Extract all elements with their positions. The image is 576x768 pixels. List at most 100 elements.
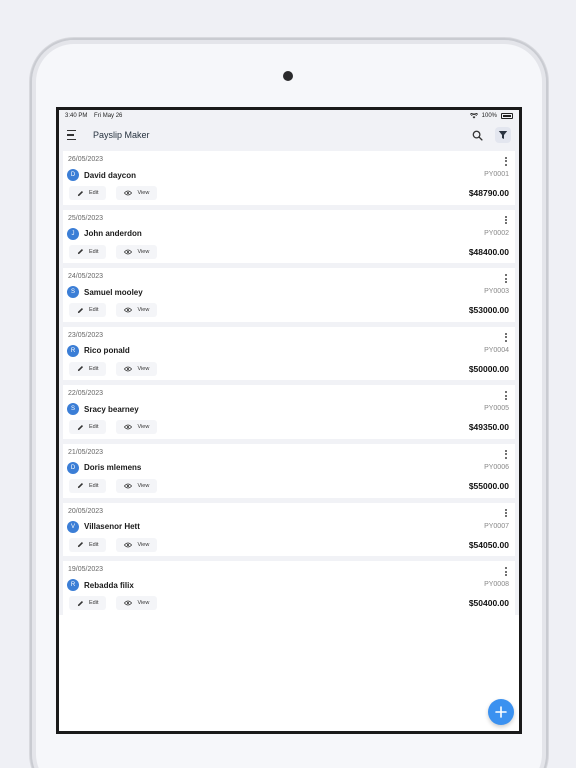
app-screen: 3:40 PM Fri May 26 100% Payslip Maker 26… [56,107,522,734]
menu-icon[interactable] [67,130,79,140]
payslip-date: 25/05/2023 [68,214,104,222]
search-button[interactable] [469,127,485,143]
payslip-code: PY0002 [484,229,509,237]
status-bar: 3:40 PM Fri May 26 100% [59,110,519,122]
more-vert-icon[interactable] [503,274,509,283]
eye-icon [124,483,133,489]
edit-button[interactable]: Edit [69,186,107,200]
payslip-date: 23/05/2023 [68,331,104,339]
payslip-card[interactable]: 24/05/2023 S Samuel mooley PY0003 Edit V… [63,268,515,322]
pencil-icon [77,542,84,548]
status-time: 3:40 PM [65,113,88,119]
app-bar: Payslip Maker [59,122,519,148]
payslip-code: PY0005 [484,405,509,413]
pencil-icon [77,307,84,313]
eye-icon [124,424,133,430]
payslip-card[interactable]: 21/05/2023 D Doris mlemens PY0006 Edit V… [63,443,515,498]
payslip-code: PY0001 [484,171,509,178]
more-vert-icon[interactable] [503,391,509,401]
view-button[interactable]: View [116,244,158,259]
payslip-code: PY0003 [484,288,509,296]
payslip-card[interactable]: 20/05/2023 V Villasenor Hett PY0007 Edit… [63,502,515,557]
edit-button[interactable]: Edit [69,244,107,259]
payslip-date: 20/05/2023 [68,507,104,515]
edit-button[interactable]: Edit [69,537,107,552]
view-button[interactable]: View [116,596,158,611]
payslip-code: PY0004 [484,346,509,354]
eye-icon [124,307,133,313]
employee-name: Samuel mooley [84,287,143,297]
add-payslip-button[interactable] [488,699,514,725]
avatar: S [67,286,79,299]
search-icon [472,130,483,141]
payslip-list: 26/05/2023 D David daycon PY0001 Edit Vi… [59,148,519,615]
edit-button[interactable]: Edit [69,361,107,376]
payslip-code: PY0008 [484,581,509,589]
status-date: Fri May 26 [94,113,123,119]
avatar: S [67,403,79,416]
pencil-icon [77,424,84,430]
avatar: J [67,227,79,240]
payslip-code: PY0006 [484,463,509,471]
avatar: V [67,520,79,533]
view-button[interactable]: View [116,361,158,376]
view-button[interactable]: View [116,537,158,552]
payslip-amount: $48400.00 [468,246,509,257]
edit-button[interactable]: Edit [69,420,107,435]
battery-icon [501,113,513,119]
plus-icon [495,706,507,718]
edit-button[interactable]: Edit [69,303,107,318]
employee-name: Doris mlemens [84,463,142,473]
wifi-icon [469,113,478,119]
page-title: Payslip Maker [93,130,150,140]
eye-icon [124,249,133,254]
eye-icon [124,366,133,372]
view-button[interactable]: View [116,420,158,435]
payslip-amount: $50000.00 [468,363,509,374]
avatar: R [67,579,79,592]
pencil-icon [77,366,84,372]
employee-name: Sracy bearney [84,404,139,414]
avatar: R [67,344,79,357]
view-button[interactable]: View [116,478,158,493]
front-camera [283,71,293,81]
payslip-amount: $54050.00 [468,539,509,550]
view-button[interactable]: View [116,303,158,318]
payslip-card[interactable]: 19/05/2023 R Rebadda filix PY0008 Edit V… [63,561,515,615]
payslip-amount: $50400.00 [468,598,509,609]
more-vert-icon[interactable] [503,508,509,518]
edit-button[interactable]: Edit [69,596,107,611]
pencil-icon [77,249,84,255]
employee-name: Villasenor Hett [84,522,140,532]
payslip-card[interactable]: 22/05/2023 S Sracy bearney PY0005 Edit V… [63,385,515,439]
battery-percent: 100% [481,113,497,119]
employee-name: David daycon [84,170,137,180]
edit-button[interactable]: Edit [69,478,107,493]
avatar: D [67,461,79,474]
payslip-date: 24/05/2023 [68,273,104,281]
more-vert-icon[interactable] [503,332,509,342]
payslip-card[interactable]: 26/05/2023 D David daycon PY0001 Edit Vi… [63,151,515,205]
payslip-amount: $53000.00 [468,305,509,316]
more-vert-icon[interactable] [503,449,509,459]
pencil-icon [77,190,84,196]
employee-name: John anderdon [84,229,142,239]
eye-icon [124,600,133,606]
more-vert-icon[interactable] [503,215,509,225]
more-vert-icon[interactable] [503,157,509,166]
employee-name: Rico ponald [84,346,130,356]
more-vert-icon[interactable] [503,567,509,576]
payslip-card[interactable]: 23/05/2023 R Rico ponald PY0004 Edit Vie… [63,326,515,381]
employee-name: Rebadda filix [84,580,134,590]
payslip-code: PY0007 [484,522,509,530]
avatar: D [67,169,79,181]
payslip-amount: $49350.00 [468,422,509,433]
view-button[interactable]: View [116,186,158,200]
filter-icon [498,131,508,139]
pencil-icon [77,600,84,606]
filter-button[interactable] [495,127,511,143]
pencil-icon [77,483,84,489]
payslip-date: 26/05/2023 [68,156,104,163]
payslip-date: 21/05/2023 [68,448,104,456]
payslip-card[interactable]: 25/05/2023 J John anderdon PY0002 Edit V… [63,209,515,264]
